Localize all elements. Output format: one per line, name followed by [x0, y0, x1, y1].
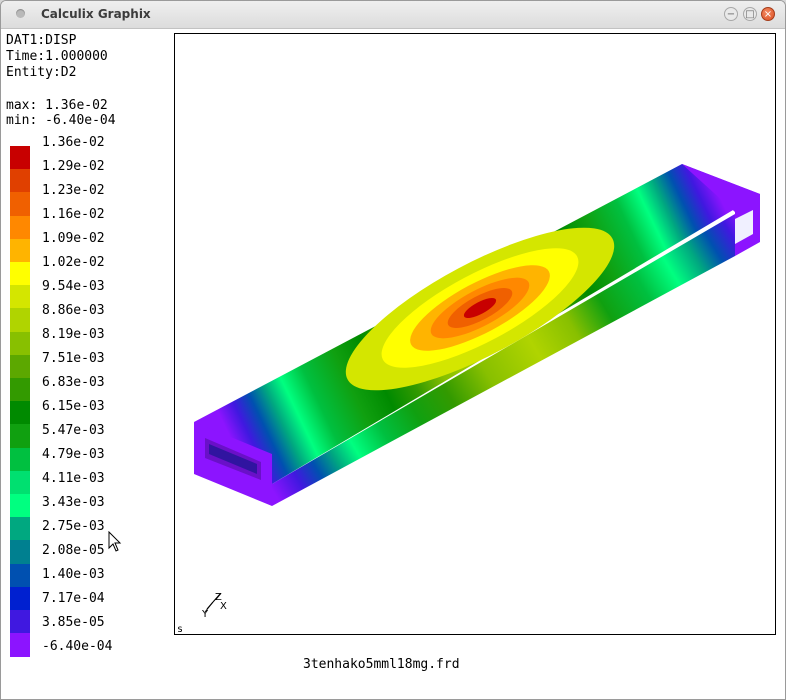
legend-label: 5.47e-03: [42, 423, 105, 438]
legend-label: 1.02e-02: [42, 255, 105, 270]
dataset-label: DAT1:DISP: [6, 33, 77, 48]
window-menu-icon[interactable]: [16, 9, 25, 18]
mouse-cursor-icon: [108, 531, 122, 552]
maximize-icon[interactable]: □: [743, 7, 757, 21]
entity-label: Entity:D2: [6, 65, 77, 80]
legend-swatch: [10, 215, 30, 240]
window-title: Calculix Graphix: [41, 7, 151, 21]
graphics-viewport[interactable]: Z X Y: [174, 33, 776, 635]
legend-label: 4.11e-03: [42, 471, 105, 486]
legend-label: 1.36e-02: [42, 135, 105, 150]
legend-swatch: [10, 447, 30, 472]
legend-label: 6.15e-03: [42, 399, 105, 414]
legend-label: 1.23e-02: [42, 183, 105, 198]
legend-swatch: [10, 331, 30, 356]
legend-label: 3.85e-05: [42, 615, 105, 630]
legend-swatch: [10, 192, 30, 217]
filename-label: 3tenhako5mml18mg.frd: [303, 657, 460, 672]
legend-label: 3.43e-03: [42, 495, 105, 510]
legend-swatch: [10, 540, 30, 565]
svg-text:Y: Y: [201, 609, 209, 620]
legend-swatch: [10, 470, 30, 495]
legend-label: 7.51e-03: [42, 351, 105, 366]
legend-label: -6.40e-04: [42, 639, 113, 654]
close-icon[interactable]: ×: [761, 7, 775, 21]
legend-swatch: [10, 238, 30, 263]
legend-swatch: [10, 146, 30, 170]
legend-label: 8.19e-03: [42, 327, 105, 342]
legend-swatch: [10, 262, 30, 286]
min-label: min: -6.40e-04: [6, 113, 116, 128]
legend-label: 1.09e-02: [42, 231, 105, 246]
legend-swatch: [10, 285, 30, 310]
legend-swatch: [10, 424, 30, 449]
calculix-window: Calculix Graphix − □ × DAT1:DISP Time:1.…: [0, 0, 786, 700]
legend-swatch: [10, 517, 30, 542]
legend-label: 2.08e-05: [42, 543, 105, 558]
legend-swatch: [10, 354, 30, 379]
legend-swatch: [10, 401, 30, 426]
legend-label: 8.86e-03: [42, 303, 105, 318]
legend-swatch: [10, 563, 30, 588]
legend-label: 4.79e-03: [42, 447, 105, 462]
legend-label: 1.40e-03: [42, 567, 105, 582]
legend-swatch: [10, 633, 30, 658]
legend-label: 7.17e-04: [42, 591, 105, 606]
legend-swatch: [10, 586, 30, 611]
legend-swatch: [10, 169, 30, 194]
legend-label: 1.16e-02: [42, 207, 105, 222]
legend-swatch: [10, 308, 30, 333]
svg-text:X: X: [220, 601, 227, 612]
beam-model[interactable]: Z X Y: [175, 34, 775, 634]
title-bar[interactable]: Calculix Graphix − □ ×: [1, 1, 785, 29]
legend-label: 2.75e-03: [42, 519, 105, 534]
time-label: Time:1.000000: [6, 49, 108, 64]
legend-label: 1.29e-02: [42, 159, 105, 174]
legend-swatch: [10, 494, 30, 518]
axis-triad: Z X Y: [201, 592, 227, 620]
legend-label: 9.54e-03: [42, 279, 105, 294]
legend-swatch: [10, 610, 30, 634]
status-s-label: s: [177, 624, 184, 635]
max-label: max: 1.36e-02: [6, 98, 108, 113]
legend-swatch: [10, 378, 30, 402]
legend-label: 6.83e-03: [42, 375, 105, 390]
minimize-icon[interactable]: −: [724, 7, 738, 21]
